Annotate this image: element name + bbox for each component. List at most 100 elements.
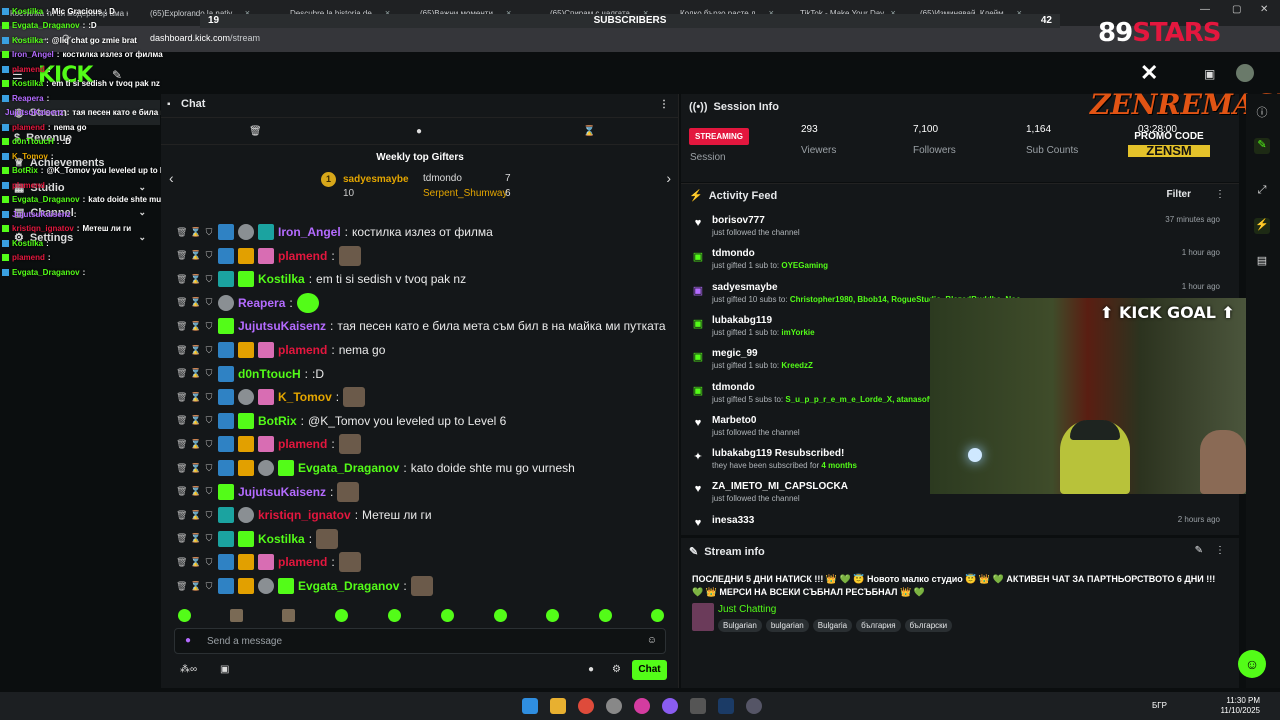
hourglass-icon[interactable]: ⌛ xyxy=(190,250,201,261)
shield-icon[interactable]: ⛉ xyxy=(204,439,214,450)
chat-more-icon[interactable]: ⋮ xyxy=(659,99,669,110)
chat-username[interactable]: Kostilka xyxy=(258,272,305,286)
activity-user[interactable]: borisov777 xyxy=(712,215,765,226)
document-icon[interactable]: ▤ xyxy=(1254,254,1270,270)
mic-icon[interactable]: ● xyxy=(185,635,191,646)
chat-username[interactable]: JujutsuKaisenz xyxy=(238,319,326,333)
minimize-icon[interactable]: — xyxy=(1200,4,1210,15)
chat-username[interactable]: BotRix xyxy=(258,414,297,428)
maximize-icon[interactable]: ▢ xyxy=(1232,4,1241,15)
chat-message[interactable]: 🗑 ⌛ ⛉ Iron_Angel: костилка излез от филма xyxy=(176,221,493,243)
emote-shortcut[interactable] xyxy=(651,609,664,622)
chat-message[interactable]: 🗑 ⌛ ⛉ plamend: xyxy=(176,551,361,573)
stream-tag[interactable]: bulgarian xyxy=(765,619,809,632)
hourglass-icon[interactable]: ⌛ xyxy=(190,557,201,568)
chat-message[interactable]: 🗑 ⌛ ⛉ Evgata_Draganov: xyxy=(176,575,433,597)
trash-icon[interactable]: 🗑 xyxy=(176,557,187,568)
stream-tag[interactable]: български xyxy=(904,619,953,632)
pencil-icon[interactable]: ✎ xyxy=(1254,138,1270,154)
chat-message[interactable]: 🗑 ⌛ ⛉ JujutsuKaisenz: тая песен като е била … xyxy=(176,315,666,337)
emote-shortcut[interactable] xyxy=(546,609,559,622)
chat-message[interactable]: 🗑 ⌛ ⛉ d0nTtoucH::D xyxy=(176,363,324,385)
chat-username[interactable]: d0nTtoucH xyxy=(238,367,301,381)
activity-more-icon[interactable]: ⋮ xyxy=(1215,189,1225,200)
activity-user[interactable]: tdmondo xyxy=(712,248,755,259)
emoji-icon[interactable]: ☺ xyxy=(647,635,657,646)
chrome-icon[interactable] xyxy=(578,698,594,714)
shield-icon[interactable]: ⛉ xyxy=(204,415,214,426)
shield-icon[interactable]: ⛉ xyxy=(204,227,214,238)
chat-bubble-small-icon[interactable]: ● xyxy=(588,664,594,675)
hourglass-icon[interactable]: ⌛ xyxy=(190,533,201,544)
activity-item[interactable]: ♥ borisov777 just followed the channel 37 m… xyxy=(692,215,1232,248)
shield-icon[interactable]: ⛉ xyxy=(204,533,214,544)
trash-icon[interactable]: 🗑 xyxy=(176,581,187,592)
chat-input[interactable]: ● Send a message ☺ xyxy=(174,628,666,654)
hourglass-icon[interactable]: ⌛ xyxy=(190,368,201,379)
trash-icon[interactable]: 🗑 xyxy=(249,126,262,137)
chat-message[interactable]: 🗑 ⌛ ⛉ K_Tomov: xyxy=(176,386,366,408)
trash-icon[interactable]: 🗑 xyxy=(176,227,187,238)
emote-shortcut[interactable] xyxy=(599,609,612,622)
stream-tag[interactable]: Bulgarian xyxy=(718,619,762,632)
category-link[interactable]: Just Chatting xyxy=(718,604,776,615)
shield-icon[interactable]: ⛉ xyxy=(204,510,214,521)
stream-tag[interactable]: Bulgaria xyxy=(812,619,853,632)
close-icon[interactable]: ✕ xyxy=(1260,4,1268,15)
hourglass-icon[interactable]: ⌛ xyxy=(583,126,595,137)
chat-message[interactable]: 🗑 ⌛ ⛉ Reapera: xyxy=(176,292,319,314)
trash-icon[interactable]: 🗑 xyxy=(176,533,187,544)
chat-message[interactable]: 🗑 ⌛ ⛉ JujutsuKaisenz: xyxy=(176,481,360,503)
chat-username[interactable]: kristiqn_ignatov xyxy=(258,508,351,522)
avatar[interactable] xyxy=(1236,64,1254,82)
chat-username[interactable]: Kostilka xyxy=(258,532,305,546)
chat-message[interactable]: 🗑 ⌛ ⛉ kristiqn_ignatov: Метеш ли ги xyxy=(176,504,432,526)
language-indicator[interactable]: БГР xyxy=(1152,701,1167,710)
hourglass-icon[interactable]: ⌛ xyxy=(190,439,201,450)
trash-icon[interactable]: 🗑 xyxy=(176,439,187,450)
activity-user[interactable]: lubakabg119 Resubscribed! xyxy=(712,448,844,459)
gear-icon[interactable]: ⚙ xyxy=(612,664,621,675)
emote-shortcut[interactable] xyxy=(178,609,191,622)
category-thumbnail[interactable] xyxy=(692,603,714,631)
activity-user[interactable]: inesa333 xyxy=(712,515,754,526)
info-icon[interactable]: ⓘ xyxy=(1254,104,1270,120)
filter-button[interactable]: Filter xyxy=(1167,189,1191,200)
trash-icon[interactable]: 🗑 xyxy=(176,274,187,285)
chat-username[interactable]: Iron_Angel xyxy=(278,225,341,239)
hourglass-icon[interactable]: ⌛ xyxy=(190,510,201,521)
emote-shortcut[interactable] xyxy=(388,609,401,622)
hourglass-icon[interactable]: ⌛ xyxy=(190,297,201,308)
edit-icon[interactable]: ✎ xyxy=(1195,545,1203,556)
trash-icon[interactable]: 🗑 xyxy=(176,297,187,308)
trash-icon[interactable]: 🗑 xyxy=(176,463,187,474)
twitch-icon[interactable] xyxy=(662,698,678,714)
shield-icon[interactable]: ⛉ xyxy=(204,250,214,261)
trash-icon[interactable]: 🗑 xyxy=(176,392,187,403)
shield-icon[interactable]: ⛉ xyxy=(204,463,214,474)
activity-item[interactable]: ▣ tdmondo just gifted 1 sub to: OYEGaming 1… xyxy=(692,248,1232,281)
hourglass-icon[interactable]: ⌛ xyxy=(190,392,201,403)
gifter-name[interactable]: tdmondo xyxy=(423,173,462,184)
chat-username[interactable]: plamend xyxy=(278,555,327,569)
chat-message[interactable]: 🗑 ⌛ ⛉ plamend: nema go xyxy=(176,339,385,361)
chat-message[interactable]: 🗑 ⌛ ⛉ plamend: xyxy=(176,433,361,455)
store-icon[interactable]: ▣ xyxy=(220,664,229,675)
chat-username[interactable]: plamend xyxy=(278,249,327,263)
gifter-name[interactable]: sadyesmaybe xyxy=(343,174,409,185)
chat-message[interactable]: 🗑 ⌛ ⛉ Kostilka: em ti si sedish v tvoq pak n… xyxy=(176,268,466,290)
file-explorer-icon[interactable] xyxy=(550,698,566,714)
gifter-name[interactable]: Serpent_Shumway xyxy=(423,188,508,199)
trash-icon[interactable]: 🗑 xyxy=(176,510,187,521)
chat-username[interactable]: Evgata_Draganov xyxy=(298,461,399,475)
activity-user[interactable]: megic_99 xyxy=(712,348,758,359)
emote-shortcut[interactable] xyxy=(282,609,295,622)
steam-icon[interactable] xyxy=(718,698,734,714)
shield-icon[interactable]: ⛉ xyxy=(204,368,214,379)
shield-icon[interactable]: ⛉ xyxy=(204,581,214,592)
chat-message[interactable]: 🗑 ⌛ ⛉ Kostilka: xyxy=(176,528,339,550)
taskbar-clock[interactable]: 11:30 PM 11/10/2025 xyxy=(1210,696,1260,716)
chat-message[interactable]: 🗑 ⌛ ⛉ plamend: xyxy=(176,245,361,267)
hourglass-icon[interactable]: ⌛ xyxy=(190,463,201,474)
support-chat-button[interactable]: ☺ xyxy=(1238,650,1266,678)
